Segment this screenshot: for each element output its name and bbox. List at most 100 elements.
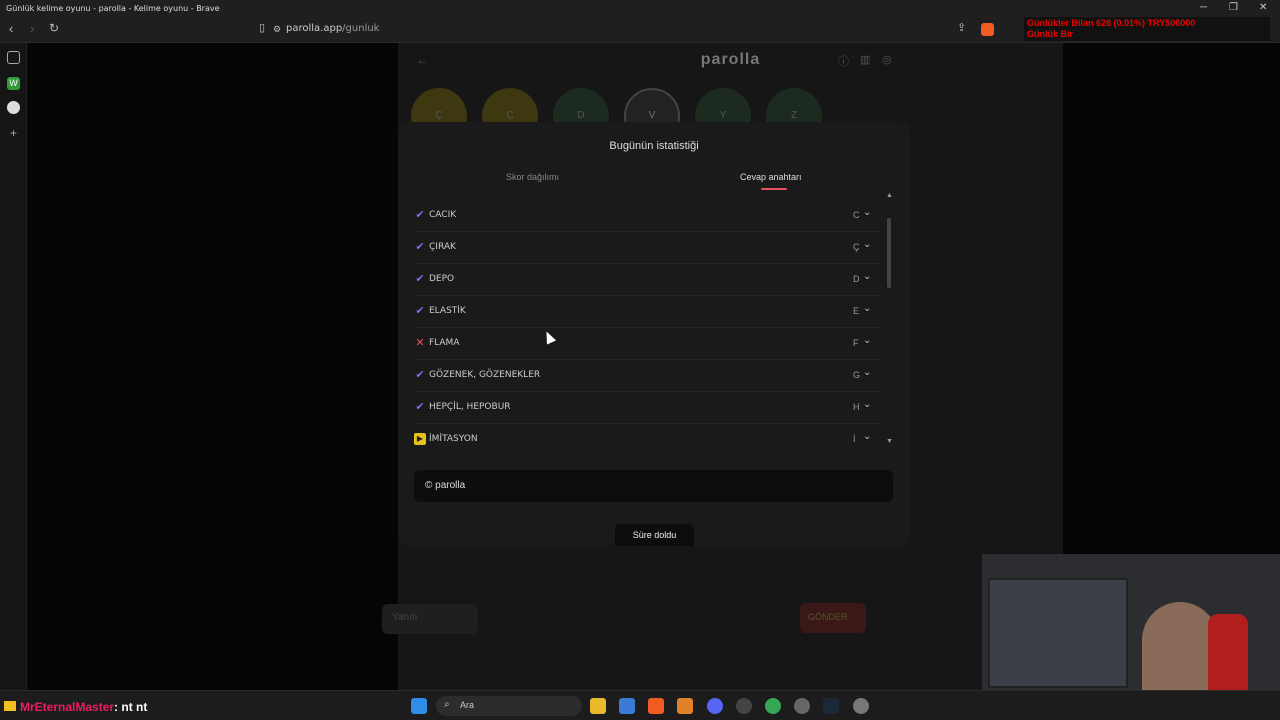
window-title: Günlük kelime oyunu - parolla - Kelime o…	[6, 4, 220, 13]
answer-list-scrollbar[interactable]: ▲ ▼	[886, 192, 893, 448]
copyright-footer: © parolla	[414, 470, 893, 502]
ticker-line-2: Günlük Bir	[1027, 29, 1074, 39]
taskbar-search[interactable]: ⌕ Ara	[436, 696, 582, 716]
check-icon: ✔	[415, 209, 425, 221]
back-icon[interactable]: ‹	[9, 21, 13, 36]
answer-word: GÖZENEK, GÖZENEKLER	[429, 370, 541, 380]
discord-icon[interactable]	[707, 698, 723, 714]
answer-letter: G	[853, 370, 861, 380]
answer-list: ✔ CACIK C ⌄ ✔ ÇIRAK Ç ⌄ ✔ DEPO D ⌄ ✔ ELA…	[414, 200, 880, 448]
chevron-down-icon[interactable]: ⌄	[863, 399, 871, 410]
submit-button[interactable]: GÖNDER	[800, 603, 866, 633]
answer-row[interactable]: ✕ FLAMA F ⌄	[414, 328, 880, 360]
monitor-image	[988, 578, 1128, 688]
os-taskbar: MrEternalMaster: nt nt ⌕ Ara	[0, 690, 1280, 720]
answer-row[interactable]: ▶ İMİTASYON İ ⌄	[414, 424, 880, 448]
answer-row[interactable]: ✔ HEPÇİL, HEPOBUR H ⌄	[414, 392, 880, 424]
stream-ticker-overlay: Günlükler Bilan 628 (0.01%) TRY500000 Gü…	[1024, 17, 1270, 41]
chevron-down-icon[interactable]: ⌄	[863, 303, 871, 314]
check-icon: ✔	[415, 241, 425, 253]
answer-word: HEPÇİL, HEPOBUR	[429, 402, 511, 412]
file-explorer-icon[interactable]	[590, 698, 606, 714]
share-icon[interactable]: ⇪	[957, 21, 966, 34]
check-icon: ✔	[415, 305, 425, 317]
chevron-down-icon[interactable]: ⌄	[863, 431, 871, 442]
answer-word: ÇIRAK	[429, 242, 456, 252]
url-path: /gunluk	[342, 23, 380, 34]
site-info-icon[interactable]: ⚙	[273, 24, 281, 35]
tab-answer-key[interactable]: Cevap anahtarı	[740, 172, 802, 182]
search-label: Ara	[460, 700, 475, 710]
tab-score-distribution[interactable]: Skor dağılımı	[506, 172, 559, 182]
chevron-down-icon[interactable]: ⌄	[863, 367, 871, 378]
chevron-down-icon[interactable]: ⌄	[863, 335, 871, 346]
profile-icon[interactable]: ◎	[882, 53, 892, 66]
answer-letter: E	[853, 306, 860, 316]
stream-chat-message: MrEternalMaster: nt nt	[4, 700, 147, 714]
address-bar[interactable]: parolla.app/gunluk	[286, 23, 379, 34]
chat-username: MrEternalMaster	[20, 700, 115, 714]
time-up-button[interactable]: Süre doldu	[615, 524, 694, 546]
answer-row[interactable]: ✔ ELASTİK E ⌄	[414, 296, 880, 328]
forward-icon[interactable]: ›	[30, 21, 34, 36]
app-icon[interactable]	[677, 698, 693, 714]
modal-title: Bugünün istatistiği	[609, 140, 699, 152]
stats-icon[interactable]: ▥	[860, 53, 870, 66]
sidebar-add-icon[interactable]: +	[7, 127, 20, 140]
answer-word: ELASTİK	[429, 306, 466, 316]
sidebar-panel-icon[interactable]	[7, 51, 20, 64]
browser-sidebar: W +	[0, 43, 27, 690]
check-icon: ✔	[415, 401, 425, 413]
answer-row[interactable]: ✔ CACIK C ⌄	[414, 200, 880, 232]
check-icon: ✔	[415, 369, 425, 381]
scroll-up-icon[interactable]: ▲	[886, 192, 893, 199]
info-icon[interactable]: ⓘ	[838, 53, 849, 69]
answer-word: FLAMA	[429, 338, 460, 348]
answer-word: CACIK	[429, 210, 457, 220]
steam-icon[interactable]	[823, 698, 839, 714]
scroll-down-icon[interactable]: ▼	[886, 438, 893, 445]
minimize-button[interactable]: ─	[1200, 2, 1207, 13]
bookmark-icon[interactable]: ▯	[259, 21, 265, 34]
chrome-icon[interactable]	[765, 698, 781, 714]
search-icon: ⌕	[444, 699, 450, 710]
sidebar-messenger-icon[interactable]	[7, 101, 20, 114]
chevron-down-icon[interactable]: ⌄	[863, 239, 871, 250]
answer-letter: F	[853, 338, 859, 348]
answer-row[interactable]: ✔ DEPO D ⌄	[414, 264, 880, 296]
obs-icon[interactable]	[853, 698, 869, 714]
chat-text: : nt nt	[114, 700, 148, 714]
answer-letter: Ç	[853, 242, 860, 252]
brave-browser-icon[interactable]	[648, 698, 664, 714]
close-window-button[interactable]: ✕	[1259, 2, 1267, 13]
answer-letter: D	[853, 274, 860, 284]
answer-letter: C	[853, 210, 860, 220]
answer-letter: İ	[853, 434, 856, 444]
chevron-down-icon[interactable]: ⌄	[863, 271, 871, 282]
chevron-down-icon[interactable]: ⌄	[863, 207, 871, 218]
store-icon[interactable]	[619, 698, 635, 714]
windows-start-icon[interactable]	[411, 698, 427, 714]
stats-modal: Bugünün istatistiği Skor dağılımı Cevap …	[398, 122, 910, 546]
crown-icon	[4, 701, 16, 711]
reload-icon[interactable]: ↻	[49, 21, 59, 35]
answer-row[interactable]: ✔ ÇIRAK Ç ⌄	[414, 232, 880, 264]
url-host: parolla.app	[286, 23, 343, 34]
answer-row[interactable]: ✔ GÖZENEK, GÖZENEKLER G ⌄	[414, 360, 880, 392]
ticker-line-1: Günlükler Bilan 628 (0.01%) TRY500000	[1027, 18, 1196, 28]
maximize-button[interactable]: ❐	[1229, 2, 1238, 13]
sidebar-app-icon[interactable]: W	[7, 77, 20, 90]
settings-icon[interactable]	[794, 698, 810, 714]
scroll-thumb[interactable]	[887, 218, 891, 288]
answer-word: DEPO	[429, 274, 455, 284]
game-logo: parolla	[700, 51, 761, 68]
answer-word: İMİTASYON	[429, 434, 478, 444]
answer-letter: H	[853, 402, 860, 412]
check-icon: ✔	[415, 273, 425, 285]
active-tab-indicator	[761, 188, 787, 190]
cross-icon: ✕	[415, 337, 425, 349]
app-icon[interactable]	[736, 698, 752, 714]
pass-icon: ▶	[414, 433, 426, 445]
brave-shields-icon[interactable]	[981, 23, 994, 36]
answer-input[interactable]: Yanıtı	[382, 604, 478, 634]
